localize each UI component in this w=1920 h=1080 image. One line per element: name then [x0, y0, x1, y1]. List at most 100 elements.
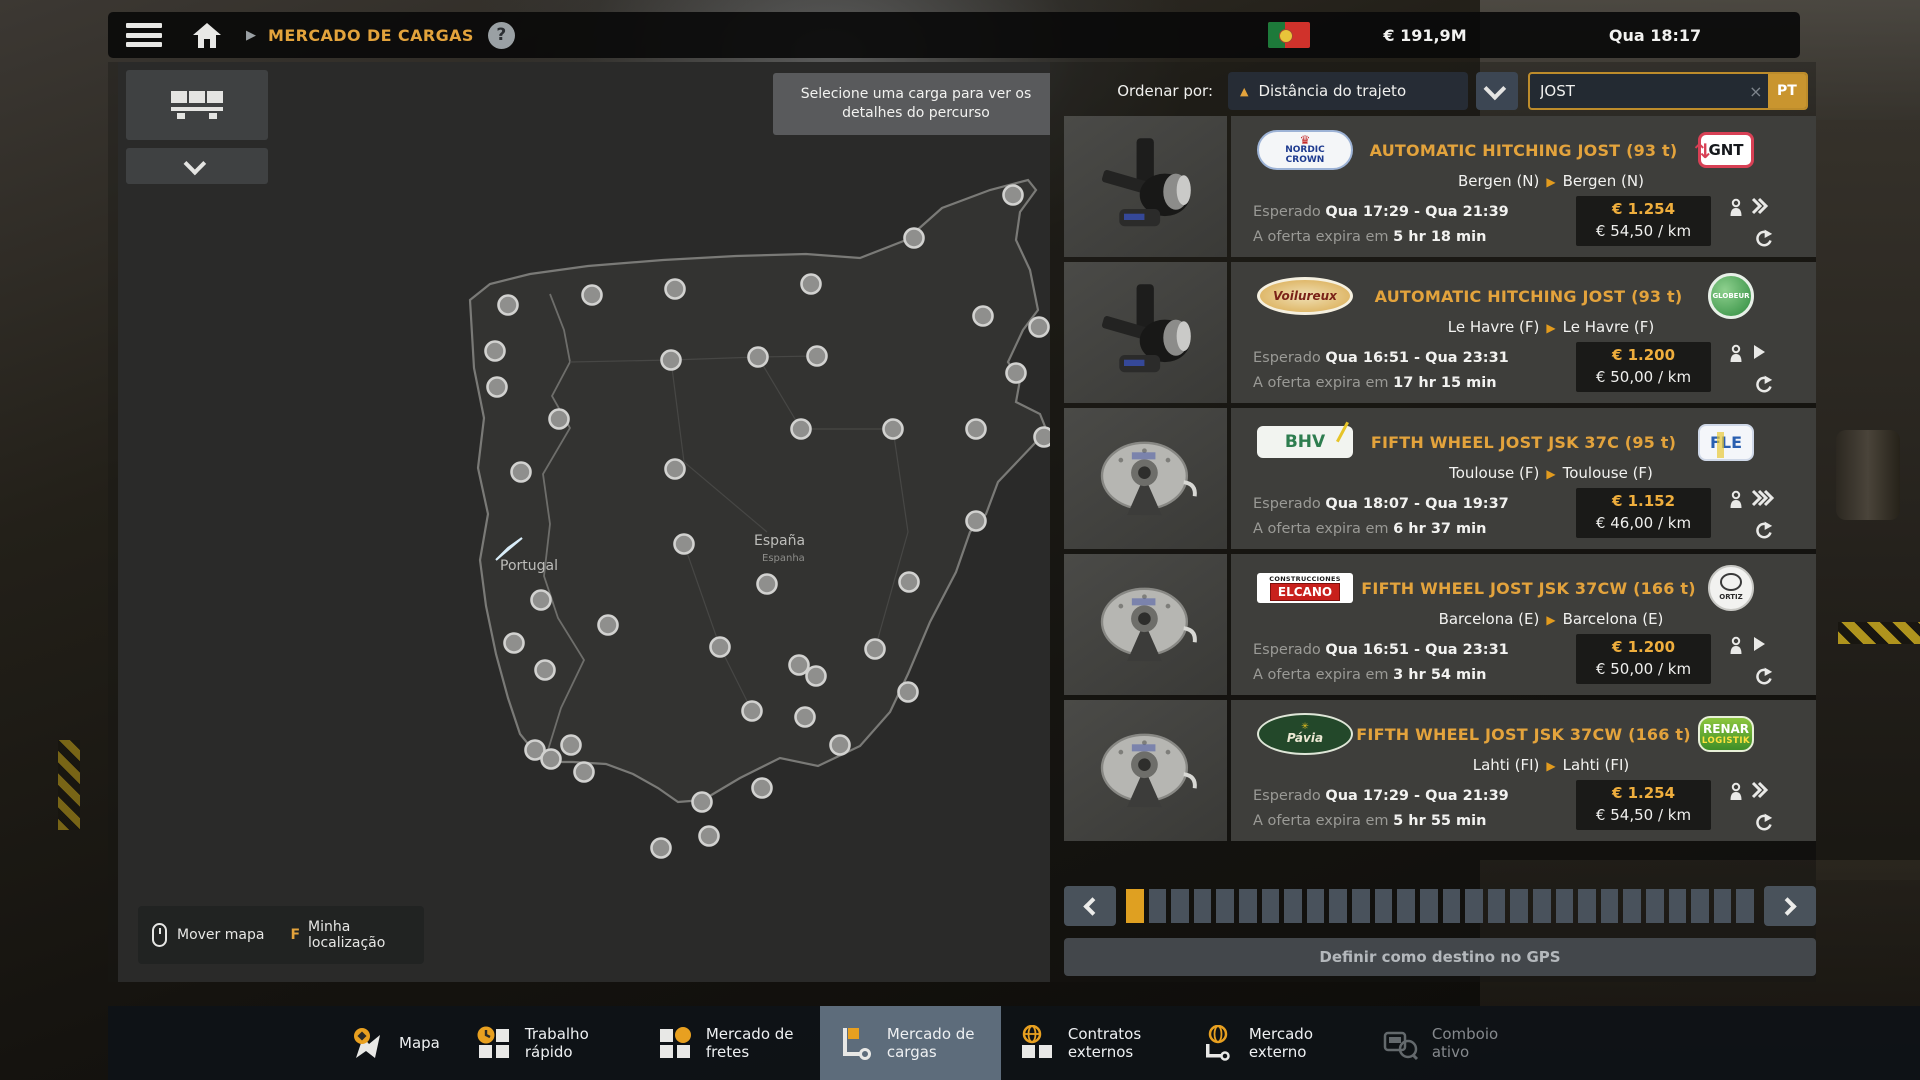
page-tick[interactable] — [1443, 889, 1461, 923]
tab-mercado-de-cargas[interactable]: Mercado de cargas — [820, 1006, 1001, 1080]
company-logo-text: BHV — [1285, 432, 1325, 452]
mouse-icon — [152, 923, 167, 947]
page-tick[interactable] — [1171, 889, 1189, 923]
page-tick[interactable] — [1601, 889, 1619, 923]
home-icon[interactable] — [190, 20, 224, 50]
page-tick[interactable] — [1691, 889, 1709, 923]
expected-label: Esperado — [1253, 350, 1321, 366]
price-per-km: € 46,00 / km — [1596, 513, 1691, 535]
company-logo: ✳ Pávia — [1257, 713, 1353, 755]
game-datetime: Qua 18:17 — [1540, 26, 1770, 45]
page-tick[interactable] — [1646, 889, 1664, 923]
speed-class-icon — [1751, 342, 1767, 366]
page-tick[interactable] — [1262, 889, 1280, 923]
page-tick[interactable] — [1329, 889, 1347, 923]
times: Esperado Qua 17:29 - Qua 21:39 A oferta … — [1253, 200, 1509, 251]
heavy-cargo-icon — [1727, 636, 1745, 660]
sort-by-label: Ordenar por: — [1083, 72, 1213, 110]
page-tick[interactable] — [1216, 889, 1234, 923]
route: Bergen (N)▶Bergen (N) — [1351, 172, 1751, 190]
heavy-cargo-icon — [1727, 344, 1745, 368]
price-box: € 1.254 € 54,50 / km — [1576, 780, 1711, 830]
trailer-view-button[interactable] — [126, 70, 268, 140]
cargo-detail: CONSTRUCCIONES ELCANO FIFTH WHEEL JOST J… — [1231, 554, 1816, 695]
page-tick[interactable] — [1149, 889, 1167, 923]
map-area[interactable]: Portugal España Espanha Mover mapa F Min… — [118, 62, 1050, 982]
freight-market-icon — [657, 1025, 693, 1061]
page-tick[interactable] — [1669, 889, 1687, 923]
times: Esperado Qua 17:29 - Qua 21:39 A oferta … — [1253, 784, 1509, 835]
company-logo-text: Voilureux — [1273, 289, 1337, 303]
tab-trabalho-rapido[interactable]: Trabalho rápido — [458, 1006, 639, 1080]
cargo-offer-row[interactable]: ♛ NORDIC CROWN AUTOMATIC HITCHING JOST (… — [1064, 116, 1816, 257]
help-icon[interactable]: ? — [488, 22, 515, 49]
tab-mapa[interactable]: Mapa — [330, 1006, 458, 1080]
cargo-offer-row[interactable]: CONSTRUCCIONES ELCANO FIFTH WHEEL JOST J… — [1064, 554, 1816, 695]
trailer-icon — [167, 85, 227, 125]
company-logo: ♛ NORDIC CROWN — [1257, 130, 1353, 170]
breadcrumb-arrow-icon: ▶ — [246, 28, 256, 43]
destination-logo: GNT — [1698, 132, 1754, 168]
breadcrumb: MERCADO DE CARGAS — [268, 26, 474, 45]
cargo-image — [1064, 116, 1227, 257]
page-tick[interactable] — [1352, 889, 1370, 923]
tab-mercado-de-fretes[interactable]: Mercado de fretes — [639, 1006, 820, 1080]
language-button[interactable]: PT — [1768, 74, 1806, 108]
page-tick[interactable] — [1556, 889, 1574, 923]
cargo-title: AUTOMATIC HITCHING JOST (93 t) — [1353, 141, 1698, 160]
route-arrow-icon: ▶ — [1539, 321, 1562, 335]
page-tick[interactable] — [1736, 889, 1754, 923]
price-per-km: € 50,00 / km — [1596, 367, 1691, 389]
sort-expand-button[interactable] — [1476, 72, 1518, 110]
times: Esperado Qua 18:07 - Qua 19:37 A oferta … — [1253, 492, 1509, 543]
sort-dropdown[interactable]: ▲ Distância do trajeto — [1228, 72, 1468, 110]
page-tick[interactable] — [1375, 889, 1393, 923]
page-tick[interactable] — [1510, 889, 1528, 923]
tab-comboio-ativo[interactable]: Comboio ativo — [1363, 1006, 1546, 1080]
tab-contratos-externos[interactable]: Contratos externos — [1001, 1006, 1182, 1080]
cargo-title: FIFTH WHEEL JOST JSK 37CW (166 t) — [1353, 725, 1698, 744]
cargo-title: AUTOMATIC HITCHING JOST (93 t) — [1353, 287, 1708, 306]
route: Toulouse (F)▶Toulouse (F) — [1351, 464, 1751, 482]
page-tick[interactable] — [1533, 889, 1551, 923]
cargo-image — [1064, 554, 1227, 695]
page-tick[interactable] — [1307, 889, 1325, 923]
page-tick[interactable] — [1420, 889, 1438, 923]
page-tick[interactable] — [1488, 889, 1506, 923]
sort-ascending-icon: ▲ — [1240, 85, 1248, 98]
destination-logo-subtext: LOGISTIK — [1702, 736, 1750, 746]
menu-icon[interactable] — [126, 23, 162, 47]
price-total: € 1.200 — [1612, 637, 1675, 659]
country-label-espana: España — [754, 533, 805, 549]
cargo-list: ♛ NORDIC CROWN AUTOMATIC HITCHING JOST (… — [1064, 116, 1816, 846]
clear-search-icon[interactable]: × — [1744, 74, 1768, 108]
bottom-nav: Mapa Trabalho rápido Mercado de fretes — [108, 1006, 1920, 1080]
cargo-offer-row[interactable]: BHV FIFTH WHEEL JOST JSK 37C (95 t) FLE … — [1064, 408, 1816, 549]
page-tick[interactable] — [1239, 889, 1257, 923]
page-tick[interactable] — [1465, 889, 1483, 923]
chevron-down-icon — [184, 153, 207, 176]
set-gps-destination-button[interactable]: Definir como destino no GPS — [1064, 938, 1816, 976]
cargo-attribute-icons — [1727, 342, 1817, 398]
search-input[interactable] — [1530, 74, 1744, 108]
cargo-offer-row[interactable]: Voilureux AUTOMATIC HITCHING JOST (93 t)… — [1064, 262, 1816, 403]
route-to: Bergen (N) — [1563, 172, 1644, 190]
previous-page-button[interactable] — [1064, 886, 1116, 926]
next-page-button[interactable] — [1764, 886, 1816, 926]
chevron-down-icon — [1484, 78, 1507, 101]
page-tick[interactable] — [1284, 889, 1302, 923]
price-per-km: € 54,50 / km — [1596, 805, 1691, 827]
speed-class-icon — [1751, 196, 1773, 220]
page-tick[interactable] — [1397, 889, 1415, 923]
page-tick[interactable] — [1714, 889, 1732, 923]
collapse-map-button[interactable] — [126, 148, 268, 184]
cargo-offer-row[interactable]: ✳ Pávia FIFTH WHEEL JOST JSK 37CW (166 t… — [1064, 700, 1816, 841]
tab-mercado-externo[interactable]: Mercado externo — [1182, 1006, 1363, 1080]
price-total: € 1.254 — [1612, 199, 1675, 221]
page-tick[interactable] — [1194, 889, 1212, 923]
page-tick[interactable] — [1578, 889, 1596, 923]
page-tick[interactable] — [1126, 889, 1144, 923]
expires-in: 5 hr 18 min — [1393, 229, 1486, 245]
page-tick[interactable] — [1623, 889, 1641, 923]
destination-logo: RENAR LOGISTIK — [1698, 716, 1754, 752]
